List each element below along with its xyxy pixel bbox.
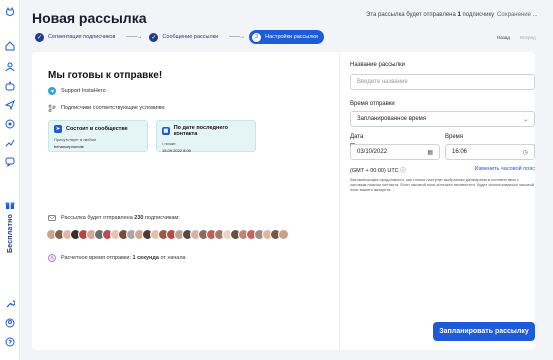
time-input[interactable]: 16:06 ◷ bbox=[445, 144, 535, 160]
main-card: Мы готовы к отправке! Support InstaHero … bbox=[32, 52, 535, 350]
estimate-suffix: от начала bbox=[160, 255, 186, 261]
step-label: Сообщение рассылки bbox=[162, 34, 219, 40]
time-label: Время bbox=[445, 134, 464, 140]
name-input[interactable]: Введите название bbox=[350, 74, 535, 90]
users-icon[interactable] bbox=[4, 61, 16, 73]
recipients-count: 230 bbox=[134, 215, 144, 221]
help-icon: ⓘ bbox=[400, 168, 406, 174]
settings-panel: Название рассылки Введите название Для у… bbox=[350, 52, 535, 350]
calendar-icon[interactable]: ▦ bbox=[427, 149, 433, 156]
timezone-note: Автоматизация продолжится, как только на… bbox=[350, 177, 534, 192]
step-settings[interactable]: 3 Настройки рассылки bbox=[249, 30, 324, 44]
saving-status: Сохранение ... bbox=[497, 12, 538, 18]
free-promo[interactable]: Бесплатно bbox=[2, 200, 18, 280]
step-number: 3 bbox=[252, 32, 262, 42]
arrow-icon: ——→ bbox=[229, 34, 245, 40]
back-button[interactable]: Назад bbox=[497, 35, 510, 40]
bot-icon[interactable] bbox=[4, 80, 16, 92]
stepper: ✓ Сегментация подписчиков ——→ ✓ Сообщени… bbox=[32, 30, 324, 44]
conditions-label: Подписчики соответствующие условиям: bbox=[61, 105, 166, 111]
date-input[interactable]: 03/10/2022 ▦ bbox=[350, 144, 440, 160]
conditions-row: Подписчики соответствующие условиям: bbox=[48, 104, 165, 112]
sender-row: Support InstaHero bbox=[48, 87, 106, 95]
condition-title: Состоит в сообществе bbox=[66, 126, 128, 132]
telegram-icon: ➤ bbox=[54, 125, 62, 133]
branch-icon bbox=[48, 104, 56, 112]
page-title: Новая рассылка bbox=[32, 10, 147, 26]
send-time-label: Время отправки bbox=[350, 101, 395, 107]
step-label: Сегментация подписчиков bbox=[48, 34, 116, 40]
sender-name: Support InstaHero bbox=[61, 88, 106, 94]
step-segmentation[interactable]: ✓ Сегментация подписчиков bbox=[32, 30, 121, 44]
recipients-row: Рассылка будет отправлена 230 подписчика… bbox=[48, 214, 180, 222]
check-icon: ✓ bbox=[35, 32, 44, 42]
chat-icon[interactable] bbox=[4, 156, 16, 168]
free-promo-label: Бесплатно bbox=[6, 214, 14, 254]
schedule-button[interactable]: Запланировать рассылку bbox=[433, 322, 535, 341]
target-icon[interactable] bbox=[4, 118, 16, 130]
condition-value: 15.09.2022 8:00 bbox=[162, 148, 191, 153]
step-message[interactable]: ✓ Сообщение рассылки bbox=[146, 30, 224, 44]
recipients-prefix: Рассылка будет отправлена bbox=[61, 215, 133, 221]
arrow-icon: ——→ bbox=[126, 34, 142, 40]
gift-icon bbox=[5, 202, 15, 209]
change-timezone-link[interactable]: Изменить часовой пояс bbox=[475, 166, 535, 172]
recipients-suffix: подписчикам: bbox=[145, 215, 180, 221]
profile-icon[interactable] bbox=[4, 317, 16, 329]
send-time-value: Запланированное время bbox=[357, 116, 427, 122]
send-time-select[interactable]: Запланированное время ⌄ bbox=[350, 111, 535, 127]
recipients-summary: Эта рассылка будет отправлена 1 подписчи… bbox=[366, 12, 495, 18]
estimate-row: Расчетное время отправки: 1 секунда от н… bbox=[48, 254, 186, 262]
estimate-value: 1 секунда bbox=[132, 255, 159, 261]
condition-value: behancepromote bbox=[54, 144, 85, 149]
summary-panel: Мы готовы к отправке! Support InstaHero … bbox=[32, 52, 340, 350]
home-icon[interactable] bbox=[4, 40, 16, 52]
condition-title: По дате последнего контакта bbox=[173, 125, 228, 137]
date-value: 03/10/2022 bbox=[357, 149, 388, 155]
message-icon bbox=[48, 214, 56, 222]
estimate-prefix: Расчетное время отправки: bbox=[61, 255, 131, 261]
analytics-icon[interactable] bbox=[4, 137, 16, 149]
send-icon[interactable] bbox=[4, 99, 16, 111]
avatar-list bbox=[46, 229, 289, 241]
sidebar: Бесплатно bbox=[0, 0, 20, 360]
calendar-icon: ▦ bbox=[162, 127, 170, 135]
avatar bbox=[278, 229, 289, 240]
next-button[interactable]: Вперёд bbox=[520, 35, 536, 40]
clock-icon bbox=[48, 254, 56, 262]
timezone-value: (GMT + 00:00) UTC ⓘ bbox=[350, 168, 406, 174]
condition-sub: Присутствует в любом bbox=[54, 137, 96, 142]
condition-sub: • позже bbox=[162, 141, 176, 146]
ready-title: Мы готовы к отправке! bbox=[48, 70, 163, 81]
wrench-icon[interactable] bbox=[4, 298, 16, 310]
check-icon: ✓ bbox=[149, 32, 159, 42]
condition-card: ▦ По дате последнего контакта • позже 15… bbox=[156, 120, 256, 153]
name-label: Название рассылки bbox=[350, 62, 405, 68]
telegram-icon bbox=[48, 87, 56, 95]
logo-icon[interactable] bbox=[4, 6, 16, 18]
step-label: Настройки рассылки bbox=[265, 34, 318, 40]
help-icon[interactable] bbox=[4, 336, 16, 348]
date-label: Дата bbox=[350, 134, 364, 140]
time-value: 16:06 bbox=[452, 149, 468, 155]
condition-card: ➤ Состоит в сообществе Присутствует в лю… bbox=[48, 120, 148, 152]
chevron-down-icon: ⌄ bbox=[522, 116, 528, 123]
clock-icon[interactable]: ◷ bbox=[523, 149, 528, 156]
